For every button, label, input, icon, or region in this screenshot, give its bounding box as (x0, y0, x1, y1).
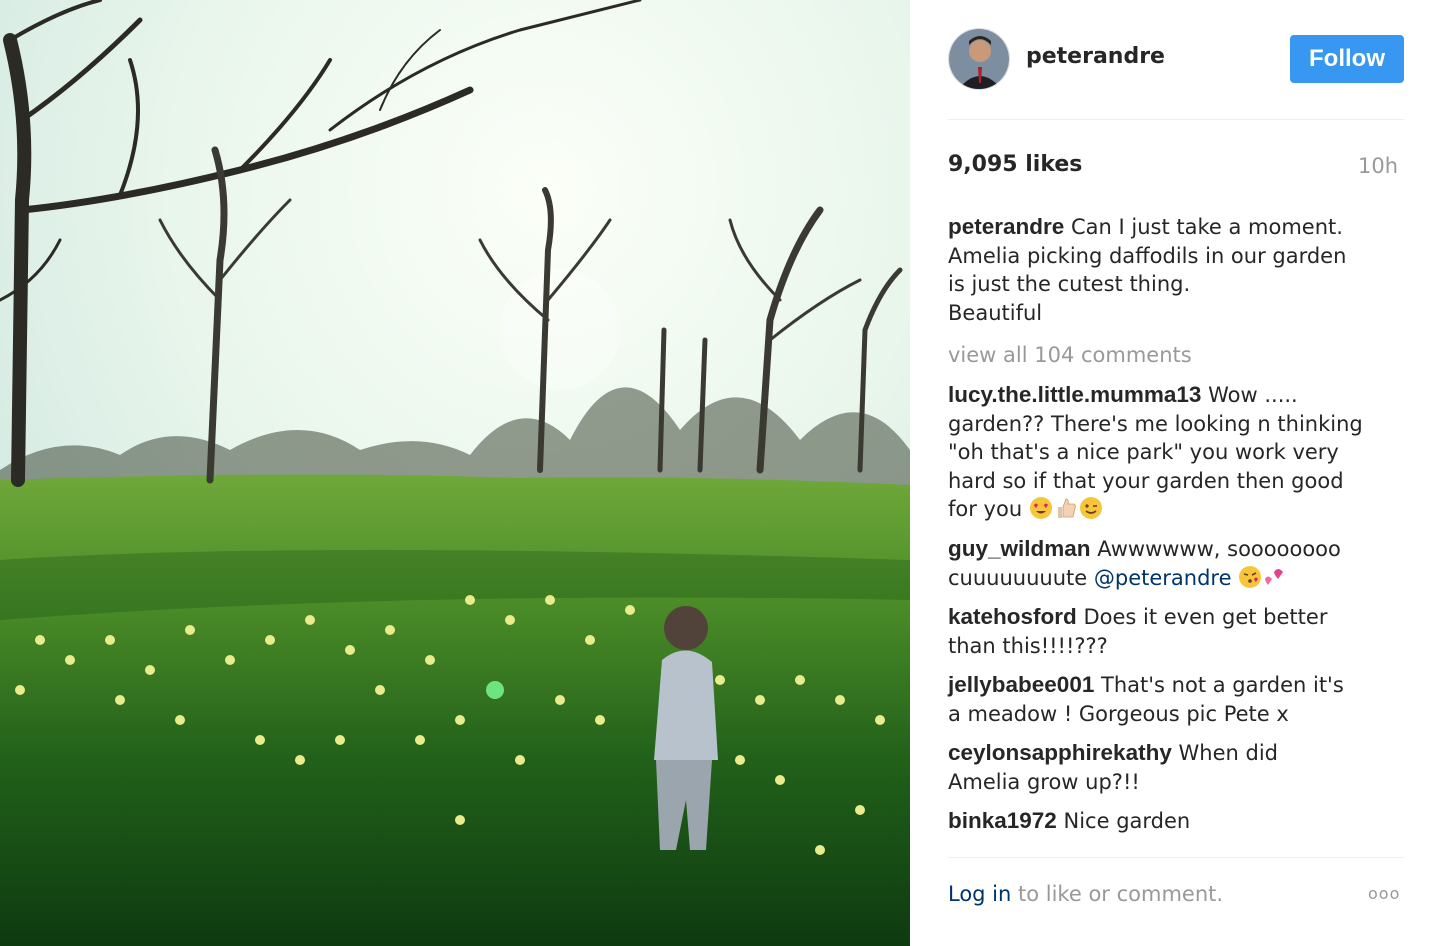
post-photo[interactable] (0, 0, 910, 946)
post-timestamp[interactable]: 10h (1358, 154, 1398, 178)
post-caption: peterandre Can I just take a moment. Ame… (948, 213, 1404, 327)
comment-item: ceylonsapphirekathy When did Amelia grow… (948, 739, 1408, 796)
caption-text-line: Can I just take a moment. (1070, 215, 1343, 239)
kiss-emoji (1239, 565, 1262, 588)
login-prompt-text: to like or comment. (1011, 882, 1224, 906)
comment-text: than this!!!!??? (948, 633, 1108, 658)
login-link[interactable]: Log in (948, 882, 1011, 906)
comment-username[interactable]: ceylonsapphirekathy (948, 740, 1172, 765)
comment-text: cuuuuuuuute (948, 565, 1088, 590)
thumbs-up-emoji (1057, 498, 1076, 519)
follow-button[interactable]: Follow (1290, 35, 1404, 83)
comment-username[interactable]: lucy.the.little.mumma13 (948, 382, 1201, 407)
comment-item: katehosford Does it even get better than… (948, 603, 1408, 660)
garden-photo-image (0, 0, 910, 946)
comment-text: a meadow ! Gorgeous pic Pete x (948, 701, 1289, 726)
comment-text: garden?? There's me looking n thinking (948, 411, 1363, 436)
post-side-panel: peterandre Follow 9,095 likes 10h petera… (910, 0, 1440, 946)
footer-divider (948, 857, 1404, 858)
comment-username[interactable]: guy_wildman (948, 536, 1091, 561)
comment-mention-link[interactable]: @peterandre (1094, 566, 1232, 590)
comment-text: Wow ..... (1208, 383, 1298, 407)
comment-text: for you (948, 497, 1023, 522)
comment-username[interactable]: katehosford (948, 604, 1077, 629)
comment-text: When did (1178, 741, 1279, 765)
comment-text: hard so if that your garden then good (948, 468, 1344, 493)
post-header: peterandre Follow (948, 28, 1404, 90)
comment-username[interactable]: jellybabee001 (948, 672, 1094, 697)
caption-text-line: is just the cutest thing. (948, 272, 1191, 297)
comment-text: Amelia grow up?!! (948, 769, 1140, 794)
comment-item: jellybabee001 That's not a garden it's a… (948, 671, 1408, 728)
login-prompt: Log in to like or comment. (948, 882, 1223, 906)
more-options-button[interactable]: ooo (1368, 884, 1400, 903)
heart-eyes-emoji (1029, 497, 1052, 520)
wink-emoji (1079, 497, 1102, 520)
comment-text: "oh that's a nice park" you work very (948, 440, 1339, 465)
profile-photo-image (949, 29, 1009, 89)
comment-text: Nice garden (1063, 809, 1191, 833)
comment-item: lucy.the.little.mumma13 Wow ..... garden… (948, 381, 1408, 524)
comment-username[interactable]: binka1972 (948, 808, 1057, 833)
likes-count[interactable]: 9,095 likes (948, 152, 1082, 177)
hearts-emoji (1265, 568, 1284, 585)
avatar[interactable] (948, 28, 1010, 90)
caption-text-line: Beautiful (948, 300, 1043, 325)
comment-text: Does it even get better (1083, 605, 1328, 629)
comment-item: guy_wildman Awwwwww, soooooooo cuuuuuuuu… (948, 535, 1408, 592)
view-all-comments-link[interactable]: view all 104 comments (948, 343, 1192, 367)
comment-text: Awwwwww, soooooooo (1097, 537, 1341, 561)
comment-text: That's not a garden it's (1101, 673, 1344, 697)
header-divider (948, 119, 1404, 120)
caption-username[interactable]: peterandre (948, 214, 1064, 239)
comment-item: binka1972 Nice garden (948, 807, 1408, 836)
caption-text-line: Amelia picking daffodils in our garden (948, 243, 1347, 268)
post-author-username[interactable]: peterandre (1026, 44, 1165, 69)
